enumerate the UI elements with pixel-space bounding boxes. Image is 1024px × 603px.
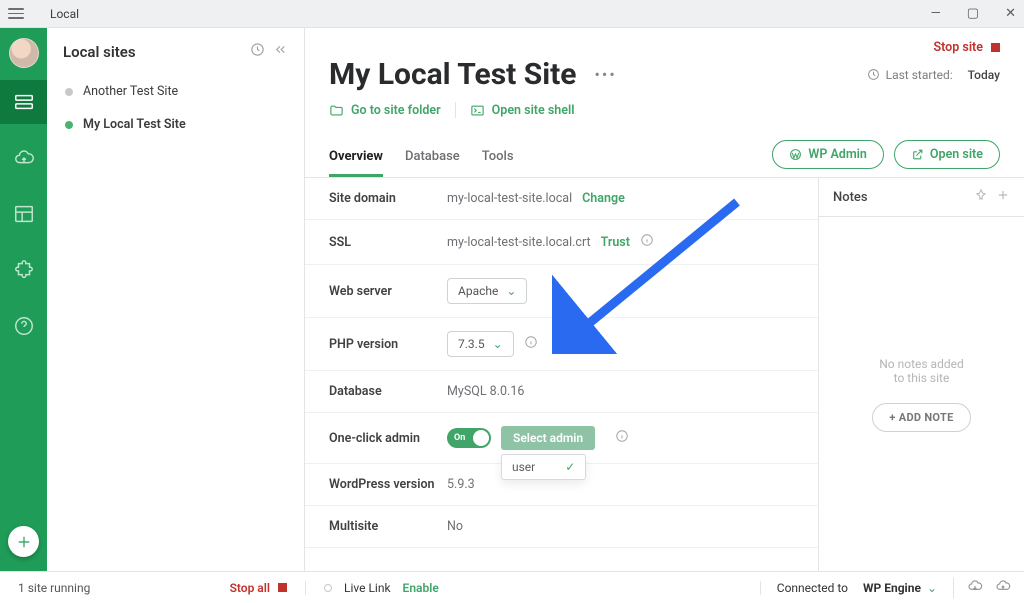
nav-rail <box>0 28 47 571</box>
push-to-cloud-icon[interactable] <box>994 578 1012 598</box>
open-shell-link[interactable]: Open site shell <box>470 103 575 118</box>
chevron-down-icon: ⌄ <box>927 581 937 595</box>
site-domain-label: Site domain <box>329 191 447 206</box>
hamburger-menu[interactable] <box>8 6 24 22</box>
chevron-down-icon: ⌄ <box>506 284 516 298</box>
trust-ssl-link[interactable]: Trust <box>601 235 630 250</box>
stop-icon <box>278 583 287 592</box>
add-note-button[interactable]: + ADD NOTE <box>872 403 970 432</box>
database-label: Database <box>329 384 447 399</box>
cloud-icon <box>13 147 35 169</box>
live-link-status-dot <box>324 584 332 592</box>
sites-icon <box>13 91 35 113</box>
select-admin-button[interactable]: Select admin <box>501 426 595 450</box>
wordpress-icon <box>789 148 802 161</box>
site-title: My Local Test Site <box>329 57 577 92</box>
nav-help[interactable] <box>0 304 47 348</box>
chevron-down-icon: ⌄ <box>493 337 503 351</box>
multisite-label: Multisite <box>329 519 447 534</box>
last-started: Last started: Today <box>867 68 1000 82</box>
nav-addons[interactable] <box>0 248 47 292</box>
web-server-select[interactable]: Apache⌄ <box>447 278 527 304</box>
status-dot <box>65 88 73 96</box>
tab-overview[interactable]: Overview <box>329 141 383 177</box>
minimize-button[interactable]: — <box>931 7 941 20</box>
site-item-label: My Local Test Site <box>83 117 186 132</box>
wp-admin-button[interactable]: WP Admin <box>772 140 884 169</box>
admin-dropdown-option[interactable]: user <box>512 460 535 474</box>
status-dot <box>65 121 73 129</box>
check-icon: ✓ <box>565 460 575 474</box>
main-panel: Stop site My Local Test Site ••• Last st… <box>305 28 1024 571</box>
avatar[interactable] <box>9 38 39 68</box>
terminal-icon <box>470 103 485 118</box>
sites-panel: Local sites Another Test Site My Local T… <box>47 28 305 571</box>
pin-icon[interactable] <box>974 188 988 206</box>
database-value: MySQL 8.0.16 <box>447 384 524 399</box>
ssl-value: my-local-test-site.local.crt <box>447 235 591 250</box>
overview-section: Site domain my-local-test-site.local Cha… <box>305 178 818 571</box>
add-site-button[interactable] <box>8 526 39 557</box>
external-link-icon <box>911 148 924 161</box>
php-label: PHP version <box>329 337 447 352</box>
maximize-button[interactable]: ▢ <box>967 7 979 20</box>
wp-version-label: WordPress version <box>329 477 447 492</box>
change-domain-link[interactable]: Change <box>582 191 625 206</box>
live-link-label: Live Link <box>344 581 391 595</box>
notes-panel: Notes No notes added to this site + ADD … <box>818 178 1024 571</box>
tab-tools[interactable]: Tools <box>482 141 514 176</box>
site-item[interactable]: Another Test Site <box>47 75 304 108</box>
notes-title: Notes <box>833 190 966 205</box>
add-note-icon[interactable] <box>996 188 1010 206</box>
close-button[interactable]: ✕ <box>1005 7 1016 20</box>
admin-dropdown[interactable]: user ✓ <box>501 454 586 480</box>
collapse-icon[interactable] <box>273 42 288 61</box>
nav-cloud[interactable] <box>0 136 47 180</box>
site-item[interactable]: My Local Test Site <box>47 108 304 141</box>
oneclick-toggle[interactable]: On <box>447 428 491 448</box>
site-menu-button[interactable]: ••• <box>595 65 617 84</box>
open-site-button[interactable]: Open site <box>894 140 1000 169</box>
puzzle-icon <box>13 259 35 281</box>
notes-empty-text: to this site <box>879 371 964 385</box>
oneclick-info-icon[interactable] <box>615 429 629 447</box>
php-select[interactable]: 7.3.5⌄ <box>447 331 514 357</box>
pull-from-cloud-icon[interactable] <box>966 578 984 598</box>
ssl-info-icon[interactable] <box>640 233 654 251</box>
sites-running-count: 1 site running <box>18 581 90 595</box>
help-icon <box>13 315 35 337</box>
notes-empty-text: No notes added <box>879 357 964 371</box>
sort-icon[interactable] <box>250 42 265 61</box>
web-server-label: Web server <box>329 284 447 299</box>
enable-live-link[interactable]: Enable <box>403 581 439 595</box>
app-name: Local <box>50 7 79 21</box>
go-to-folder-link[interactable]: Go to site folder <box>329 103 441 118</box>
folder-icon <box>329 103 344 118</box>
site-domain-value: my-local-test-site.local <box>447 191 572 206</box>
site-item-label: Another Test Site <box>83 84 178 99</box>
stop-icon <box>991 43 1000 52</box>
layout-icon <box>13 203 35 225</box>
stop-site-button[interactable]: Stop site <box>329 38 1000 55</box>
nav-blueprints[interactable] <box>0 192 47 236</box>
tab-database[interactable]: Database <box>405 141 460 176</box>
php-info-icon[interactable] <box>524 335 538 353</box>
oneclick-label: One-click admin <box>329 431 447 446</box>
multisite-value: No <box>447 519 463 534</box>
footer: 1 site running Stop all Live Link Enable… <box>0 571 1024 603</box>
titlebar: Local — ▢ ✕ <box>0 0 1024 28</box>
nav-sites[interactable] <box>0 80 47 124</box>
plus-icon <box>15 533 33 551</box>
sites-title: Local sites <box>63 43 242 61</box>
wp-version-value: 5.9.3 <box>447 477 475 492</box>
ssl-label: SSL <box>329 235 447 250</box>
connected-provider[interactable]: Connected to WP Engine ⌄ <box>760 581 953 595</box>
stop-all-button[interactable]: Stop all <box>230 581 287 595</box>
